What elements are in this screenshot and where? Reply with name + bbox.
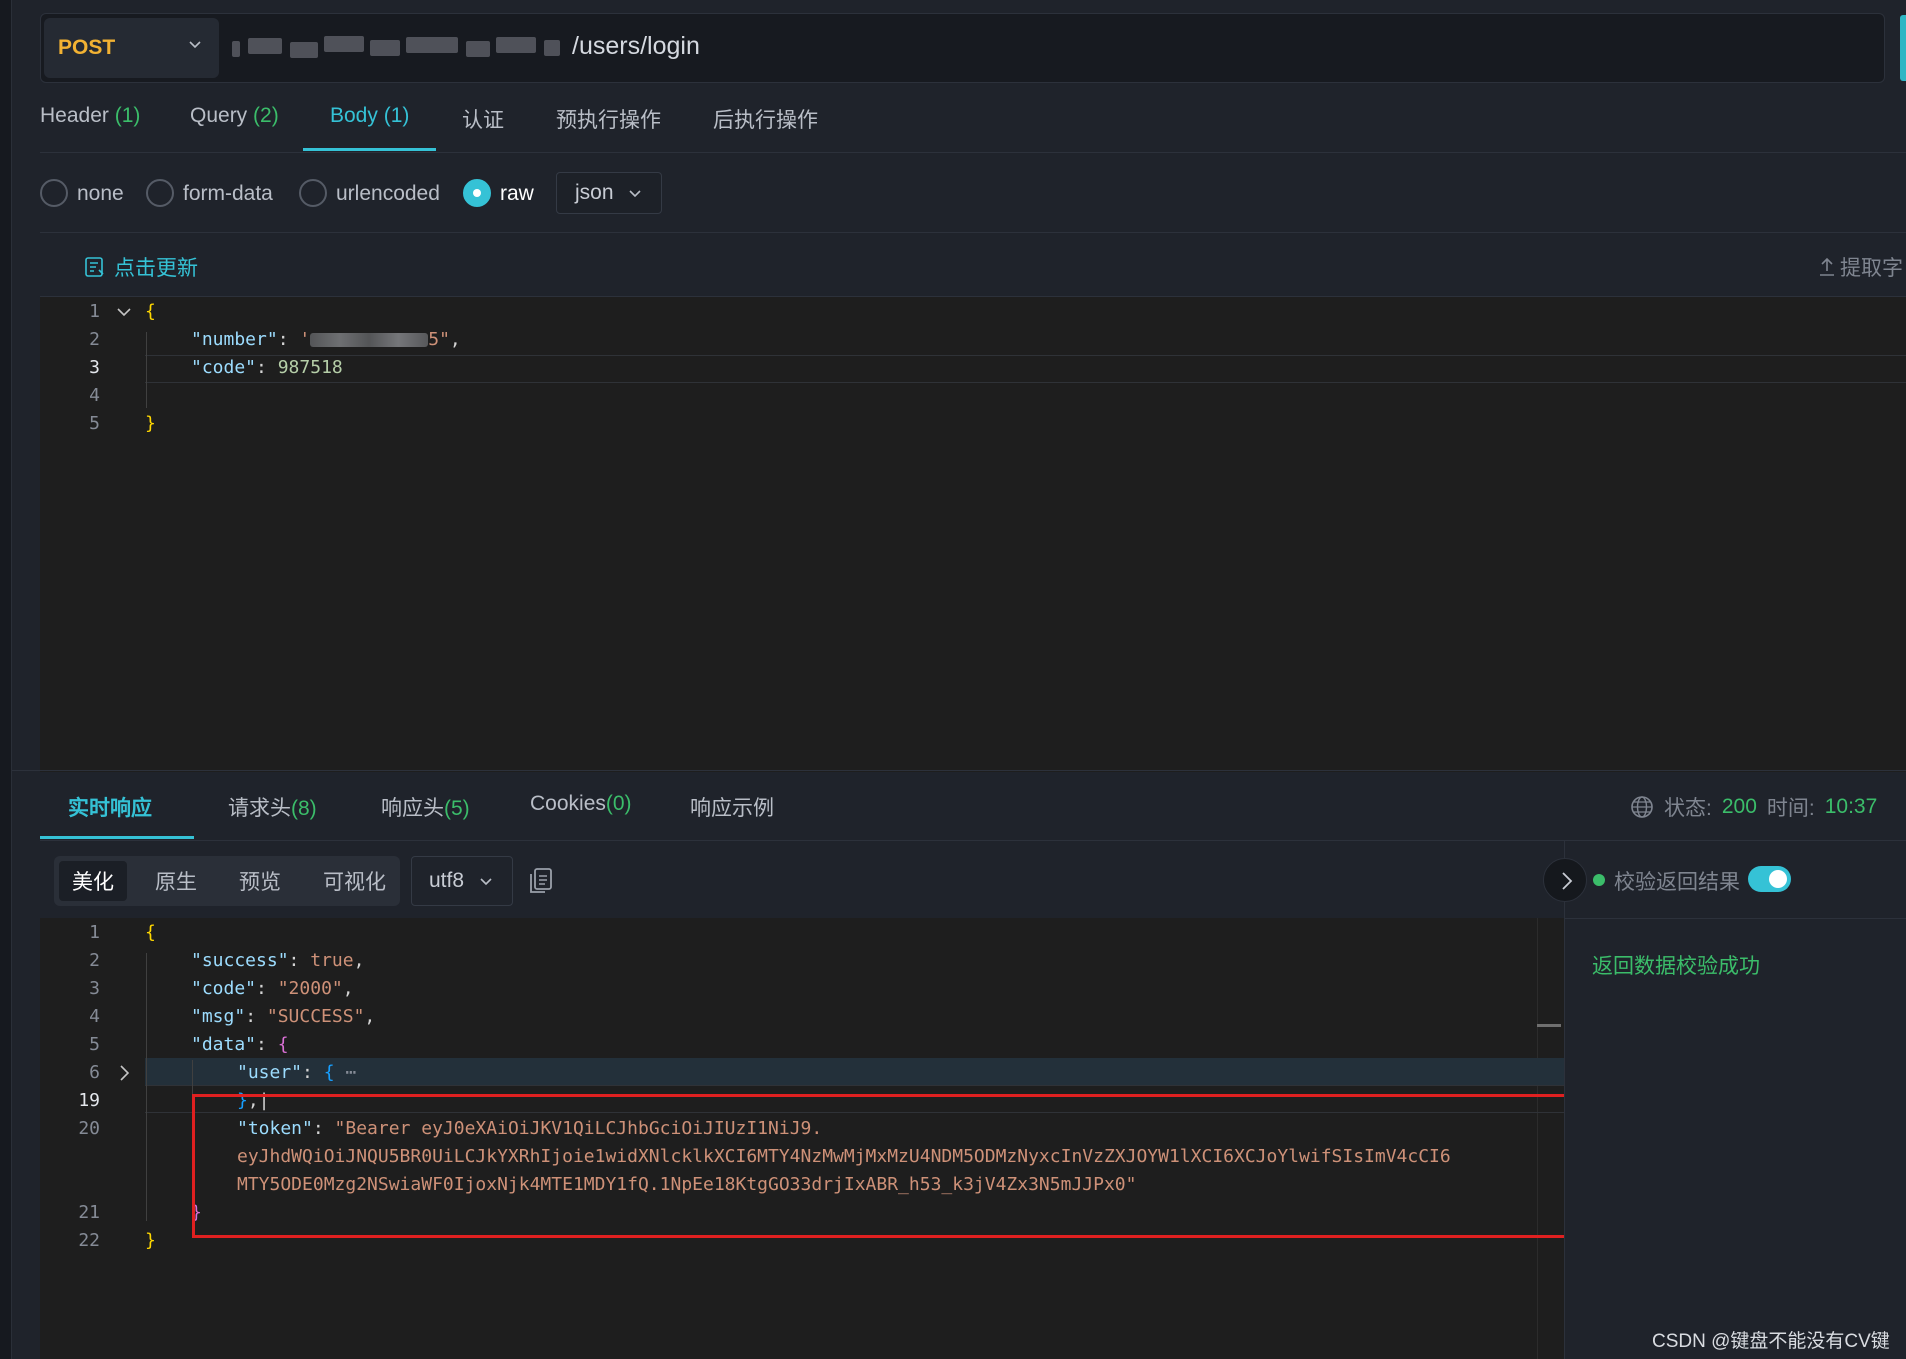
tab-body[interactable]: Body (1) — [330, 104, 409, 128]
code-line: "success": true, — [191, 950, 365, 971]
line-number: 2 — [89, 950, 100, 971]
line-number: 3 — [89, 357, 100, 378]
url-input[interactable]: /users/login — [572, 32, 700, 61]
view-mode-preview[interactable]: 预览 — [239, 866, 281, 896]
line-number: 1 — [89, 922, 100, 943]
indent-guide — [146, 332, 147, 408]
tab-pre-script[interactable]: 预执行操作 — [556, 104, 661, 134]
extract-label: 提取字 — [1840, 257, 1903, 280]
view-mode-visualize[interactable]: 可视化 — [323, 866, 386, 896]
body-format-select[interactable]: json — [556, 172, 662, 214]
code-line: "code": 987518 — [191, 357, 343, 378]
panel-divider — [12, 770, 1906, 771]
chevron-down-icon — [189, 41, 201, 49]
scrollbar-thumb[interactable] — [1537, 1024, 1561, 1027]
active-tab-indicator — [303, 148, 436, 151]
line-number: 1 — [89, 301, 100, 322]
validate-toggle[interactable] — [1748, 866, 1791, 892]
code-line: { — [145, 922, 156, 943]
radio-label-form-data[interactable]: form-data — [183, 182, 273, 206]
radio-raw[interactable] — [463, 179, 491, 207]
code-line: "number": ' 5", — [191, 329, 461, 350]
time-value: 10:37 — [1824, 795, 1878, 818]
upload-icon — [1820, 257, 1834, 276]
tab-response-headers[interactable]: 响应头(5) — [381, 792, 470, 822]
tab-post-script[interactable]: 后执行操作 — [713, 104, 818, 134]
copy-icon[interactable] — [527, 866, 555, 896]
line-number: 19 — [78, 1090, 100, 1111]
status-bar: 状态: 200 时间: 10:37 — [1630, 792, 1877, 822]
radio-label-raw[interactable]: raw — [500, 182, 534, 206]
validate-label: 校验返回结果 — [1614, 871, 1740, 894]
left-rail — [0, 0, 12, 1359]
line-number: 22 — [78, 1230, 100, 1251]
code-line: "data": { — [191, 1034, 289, 1055]
code-line: { — [145, 301, 156, 322]
watermark: CSDN @键盘不能没有CV键 — [1652, 1331, 1890, 1352]
fold-down-icon[interactable] — [116, 306, 132, 318]
code-line: } — [145, 1230, 156, 1251]
tab-header[interactable]: Header (1) — [40, 104, 140, 128]
charset-value: utf8 — [429, 869, 465, 892]
radio-urlencoded[interactable] — [299, 179, 327, 207]
line-number: 5 — [89, 413, 100, 434]
folded-line-highlight — [145, 1058, 1564, 1086]
tab-live-response[interactable]: 实时响应 — [68, 792, 152, 822]
update-label: 点击更新 — [114, 257, 198, 280]
divider — [1564, 918, 1906, 919]
code-line: } — [145, 413, 156, 434]
active-tab-indicator — [40, 836, 194, 839]
line-number: 6 — [89, 1062, 100, 1083]
line-number: 3 — [89, 978, 100, 999]
code-line: "user": { ⋯ — [237, 1062, 357, 1083]
divider — [40, 152, 1906, 153]
radio-form-data[interactable] — [146, 179, 174, 207]
line-number: 21 — [78, 1202, 100, 1223]
url-redacted — [228, 34, 570, 64]
radio-label-none[interactable]: none — [77, 182, 124, 206]
update-button[interactable]: 点击更新 — [84, 252, 198, 282]
globe-icon — [1631, 796, 1653, 818]
status-dot — [1593, 874, 1605, 886]
status-label: 状态: — [1664, 797, 1712, 820]
method-select[interactable]: POST — [44, 18, 219, 78]
chevron-right-icon — [1562, 872, 1573, 890]
tab-query[interactable]: Query (2) — [190, 104, 279, 128]
line-number: 4 — [89, 385, 100, 406]
request-body-editor[interactable] — [40, 232, 1906, 772]
redacted-value — [310, 333, 429, 347]
time-label: 时间: — [1766, 797, 1815, 820]
editor-toolbar — [40, 233, 1906, 297]
validate-result-text: 返回数据校验成功 — [1592, 955, 1760, 978]
chevron-down-icon — [480, 878, 492, 886]
refresh-doc-icon — [85, 257, 104, 277]
indent-guide — [146, 953, 147, 1221]
radio-none[interactable] — [40, 179, 68, 207]
view-mode-pretty[interactable]: 美化 — [72, 866, 114, 896]
collapse-panel-button[interactable] — [1543, 858, 1587, 902]
body-format-value: json — [575, 181, 614, 204]
chevron-down-icon — [629, 190, 641, 198]
tab-cookies[interactable]: Cookies(0) — [530, 792, 632, 816]
tab-response-examples[interactable]: 响应示例 — [690, 792, 774, 822]
tab-request-headers[interactable]: 请求头(8) — [228, 792, 317, 822]
charset-select[interactable]: utf8 — [411, 856, 513, 906]
radio-label-urlencoded[interactable]: urlencoded — [336, 182, 440, 206]
annotation-highlight-box — [192, 1094, 1574, 1238]
line-number: 2 — [89, 329, 100, 350]
view-mode-raw[interactable]: 原生 — [155, 866, 197, 896]
code-line: "msg": "SUCCESS", — [191, 1006, 376, 1027]
line-number: 5 — [89, 1034, 100, 1055]
extract-button[interactable]: 提取字 — [1818, 252, 1903, 282]
method-label: POST — [58, 36, 116, 59]
status-code: 200 — [1721, 795, 1757, 818]
code-line: "code": "2000", — [191, 978, 354, 999]
current-line-highlight — [145, 355, 1906, 383]
send-button[interactable] — [1900, 15, 1906, 81]
fold-ellipsis-icon[interactable]: ⋯ — [345, 1062, 356, 1083]
line-number: 4 — [89, 1006, 100, 1027]
tab-auth[interactable]: 认证 — [462, 104, 504, 134]
line-number: 20 — [78, 1118, 100, 1139]
fold-right-icon[interactable] — [118, 1064, 130, 1082]
